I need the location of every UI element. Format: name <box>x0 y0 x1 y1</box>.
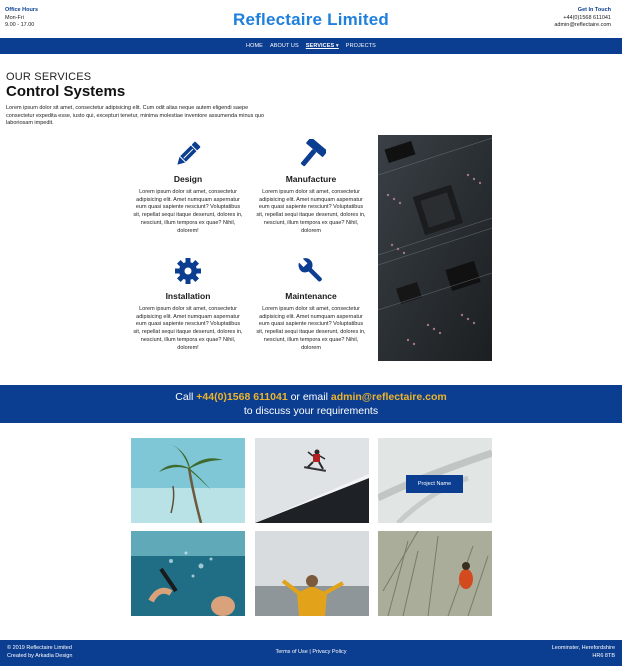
palm-tree-image <box>131 438 245 523</box>
cta-line-2: to discuss your requirements <box>243 405 379 417</box>
contact-phone[interactable]: +44(0)1568 611041 <box>554 15 611 23</box>
contact-heading: Get In Touch <box>577 7 611 13</box>
section-kicker: OUR SERVICES <box>6 71 92 83</box>
cta-email-link[interactable]: admin@reflectaire.com <box>331 391 447 403</box>
service-description: Lorem ipsum dolor sit amet, consectetur … <box>133 306 243 351</box>
nav-item-projects[interactable]: PROJECTS <box>346 43 376 49</box>
page-title: Control Systems <box>6 83 126 100</box>
service-maintenance: Maintenance Lorem ipsum dolor sit amet, … <box>256 256 366 352</box>
underwater-diver-image <box>131 531 245 616</box>
nav-item-about-us[interactable]: ABOUT US <box>270 43 299 49</box>
circuit-board-image <box>378 135 492 361</box>
gallery-tile-palm-tree[interactable] <box>131 438 245 523</box>
gallery-tile-diver[interactable] <box>131 531 245 616</box>
project-name-button[interactable]: Project Name <box>406 475 463 493</box>
cta-middle: or email <box>287 391 331 403</box>
gear-icon <box>175 258 201 284</box>
service-manufacture: Manufacture Lorem ipsum dolor sit amet, … <box>256 139 366 235</box>
service-name: Design <box>173 174 203 184</box>
service-description: Lorem ipsum dolor sit amet, consectetur … <box>256 189 366 234</box>
top-header: Office Hours Mon-Fri 9.00 - 17.00 Reflec… <box>0 0 622 38</box>
pencil-icon <box>177 141 201 165</box>
cta-phone-link[interactable]: +44(0)1568 611041 <box>196 391 287 403</box>
service-design: Design Lorem ipsum dolor sit amet, conse… <box>133 139 243 235</box>
footer-links[interactable]: Terms of Use | Privacy Policy <box>0 649 622 657</box>
contact-info: Get In Touch +44(0)1568 611041 admin@ref… <box>554 7 611 30</box>
call-to-action-banner: Call +44(0)1568 611041 or email admin@re… <box>0 385 622 423</box>
child-in-grass-image <box>378 531 492 616</box>
person-by-sea-image <box>255 531 369 616</box>
hammer-icon <box>300 139 326 167</box>
footer-postcode: HR6 8TB <box>592 652 615 659</box>
service-name: Manufacture <box>285 174 337 184</box>
service-name: Maintenance <box>285 291 337 301</box>
service-description: Lorem ipsum dolor sit amet, consectetur … <box>133 189 243 234</box>
services-intro: OUR SERVICES Control Systems Lorem ipsum… <box>6 71 266 128</box>
intro-paragraph: Lorem ipsum dolor sit amet, consectetur … <box>6 105 265 126</box>
gallery-tile-skateboarder[interactable] <box>255 438 369 523</box>
cta-prefix: Call <box>175 391 197 403</box>
skateboarder-image <box>255 438 369 523</box>
main-nav: HOME ABOUT US SERVICES ▾ PROJECTS <box>0 38 622 54</box>
footer-address: Leominster, Herefordshire HR6 8TB <box>552 645 615 660</box>
nav-item-home[interactable]: HOME <box>246 43 263 49</box>
gallery-tile-grass-child[interactable] <box>378 531 492 616</box>
wrench-icon <box>297 257 322 282</box>
nav-item-services[interactable]: SERVICES ▾ <box>306 43 339 49</box>
contact-email[interactable]: admin@reflectaire.com <box>554 22 611 30</box>
gallery-tile-yellow-jacket[interactable] <box>255 531 369 616</box>
service-name: Installation <box>165 291 211 301</box>
service-installation: Installation Lorem ipsum dolor sit amet,… <box>133 256 243 352</box>
site-footer: © 2019 Reflectaire Limited Created by Ar… <box>0 640 622 666</box>
cta-line-1: Call +44(0)1568 611041 or email admin@re… <box>0 390 622 404</box>
service-description: Lorem ipsum dolor sit amet, consectetur … <box>256 306 366 351</box>
footer-location: Leominster, Herefordshire <box>551 645 615 651</box>
site-logo[interactable]: Reflectaire Limited <box>0 10 622 30</box>
